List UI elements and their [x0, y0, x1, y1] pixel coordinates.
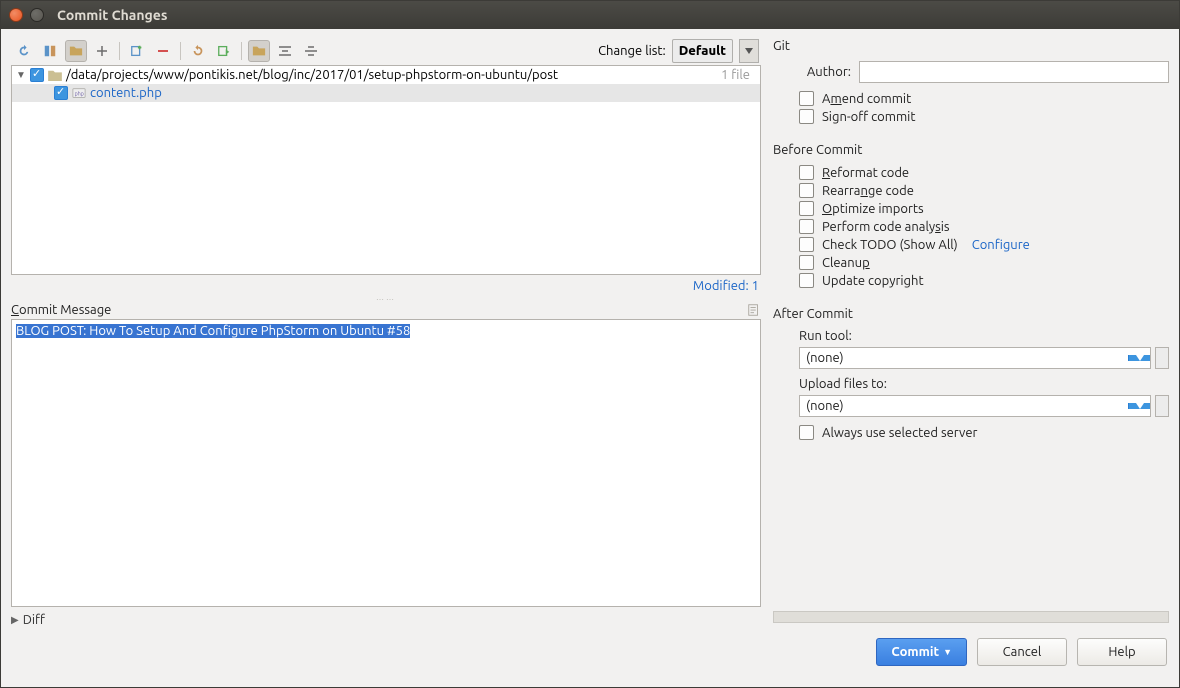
commit-message-input[interactable]: BLOG POST: How To Setup And Configure Ph… [11, 319, 761, 607]
before-commit-title: Before Commit [773, 143, 1169, 157]
titlebar[interactable]: Commit Changes [1, 1, 1179, 29]
minimize-icon[interactable] [30, 8, 44, 22]
upload-select[interactable]: (none) [799, 395, 1151, 417]
author-label: Author: [799, 65, 851, 79]
upload-label: Upload files to: [799, 377, 1169, 391]
cleanup-label: Cleanup [822, 256, 870, 270]
commit-toolbar: Change list: Default [11, 37, 761, 65]
commit-message-text: BLOG POST: How To Setup And Configure Ph… [16, 324, 410, 338]
horizontal-scrollbar[interactable] [773, 611, 1169, 623]
rearrange-label: Rearrange code [822, 184, 914, 198]
upload-value: (none) [800, 396, 1128, 416]
analysis-label: Perform code analysis [822, 220, 950, 234]
tree-folder-row[interactable]: ▼ /data/projects/www/pontikis.net/blog/i… [12, 66, 760, 84]
history-icon[interactable] [747, 303, 761, 317]
file-count: 1 file [721, 68, 756, 82]
copyright-checkbox[interactable] [799, 273, 814, 288]
cleanup-checkbox[interactable] [799, 255, 814, 270]
splitter-grip[interactable]: ⋯⋯ [11, 295, 761, 303]
changed-files-tree[interactable]: ▼ /data/projects/www/pontikis.net/blog/i… [11, 65, 761, 275]
upload-extra-button[interactable] [1155, 395, 1169, 417]
move-to-changelist-icon[interactable] [213, 40, 235, 62]
separator [119, 42, 120, 60]
group-by-directory-icon[interactable] [65, 40, 87, 62]
analysis-checkbox[interactable] [799, 219, 814, 234]
before-commit-option-todo: Check TODO (Show All) Configure [799, 237, 1169, 252]
php-file-icon: php [72, 86, 86, 100]
optimize-checkbox[interactable] [799, 201, 814, 216]
expand-icon[interactable] [300, 40, 322, 62]
optimize-label: Optimize imports [822, 202, 924, 216]
show-diff-icon[interactable] [39, 40, 61, 62]
diff-section-toggle[interactable]: ▶ Diff [11, 607, 761, 627]
svg-text:php: php [75, 91, 84, 97]
jump-to-source-icon[interactable] [248, 40, 270, 62]
file-checkbox[interactable] [54, 86, 68, 100]
change-list-value: Default [679, 44, 726, 58]
todo-label: Check TODO (Show All) [822, 238, 958, 252]
reformat-checkbox[interactable] [799, 165, 814, 180]
copyright-label: Update copyright [822, 274, 924, 288]
commit-changes-dialog: Commit Changes [0, 0, 1180, 688]
delete-icon[interactable] [152, 40, 174, 62]
expand-all-icon[interactable] [91, 40, 113, 62]
git-section-title: Git [773, 39, 1169, 53]
chevron-down-icon: ▼ [943, 647, 952, 657]
after-commit-title: After Commit [773, 307, 1169, 321]
run-tool-extra-button[interactable] [1155, 347, 1169, 369]
run-tool-select[interactable]: (none) [799, 347, 1151, 369]
always-use-server-label: Always use selected server [822, 426, 977, 440]
window-title: Commit Changes [57, 7, 167, 23]
rearrange-checkbox[interactable] [799, 183, 814, 198]
collapse-icon[interactable] [274, 40, 296, 62]
folder-checkbox[interactable] [30, 68, 44, 82]
diff-label: Diff [23, 613, 45, 627]
before-commit-option-optimize: Optimize imports [799, 201, 1169, 216]
before-commit-option-copyright: Update copyright [799, 273, 1169, 288]
run-tool-value: (none) [800, 348, 1128, 368]
separator [180, 42, 181, 60]
dropdown-button[interactable] [1128, 403, 1150, 409]
commit-button[interactable]: Commit ▼ [876, 638, 967, 666]
rollback-icon[interactable] [187, 40, 209, 62]
amend-commit-label: Amend commit [822, 92, 911, 106]
before-commit-option-cleanup: Cleanup [799, 255, 1169, 270]
commit-message-label: Commit Message [11, 303, 761, 317]
refresh-icon[interactable] [13, 40, 35, 62]
dialog-footer: Commit ▼ Cancel Help [11, 627, 1169, 677]
modified-count: Modified: 1 [11, 275, 761, 295]
before-commit-option-rearrange: Rearrange code [799, 183, 1169, 198]
cancel-button[interactable]: Cancel [977, 638, 1067, 666]
file-name: content.php [90, 86, 162, 100]
chevron-right-icon: ▶ [11, 614, 19, 626]
always-use-server-checkbox[interactable] [799, 425, 814, 440]
todo-checkbox[interactable] [799, 237, 814, 252]
before-commit-option-analysis: Perform code analysis [799, 219, 1169, 234]
tree-file-row[interactable]: php content.php [12, 84, 760, 102]
folder-icon [48, 69, 62, 81]
change-list-dropdown-button[interactable] [739, 39, 759, 63]
run-tool-label: Run tool: [799, 329, 1169, 343]
signoff-commit-label: Sign-off commit [822, 110, 915, 124]
amend-commit-checkbox[interactable] [799, 91, 814, 106]
change-list-label: Change list: [598, 44, 666, 58]
folder-path: /data/projects/www/pontikis.net/blog/inc… [66, 68, 558, 82]
before-commit-option-reformat: Reformat code [799, 165, 1169, 180]
change-list-select[interactable]: Default [672, 39, 733, 63]
close-icon[interactable] [9, 8, 23, 22]
help-button[interactable]: Help [1077, 638, 1167, 666]
chevron-down-icon[interactable]: ▼ [16, 69, 26, 81]
author-input[interactable] [859, 61, 1169, 83]
new-changelist-icon[interactable] [126, 40, 148, 62]
signoff-commit-checkbox[interactable] [799, 109, 814, 124]
dropdown-button[interactable] [1128, 355, 1150, 361]
separator [241, 42, 242, 60]
reformat-label: Reformat code [822, 166, 909, 180]
configure-link[interactable]: Configure [972, 238, 1030, 252]
